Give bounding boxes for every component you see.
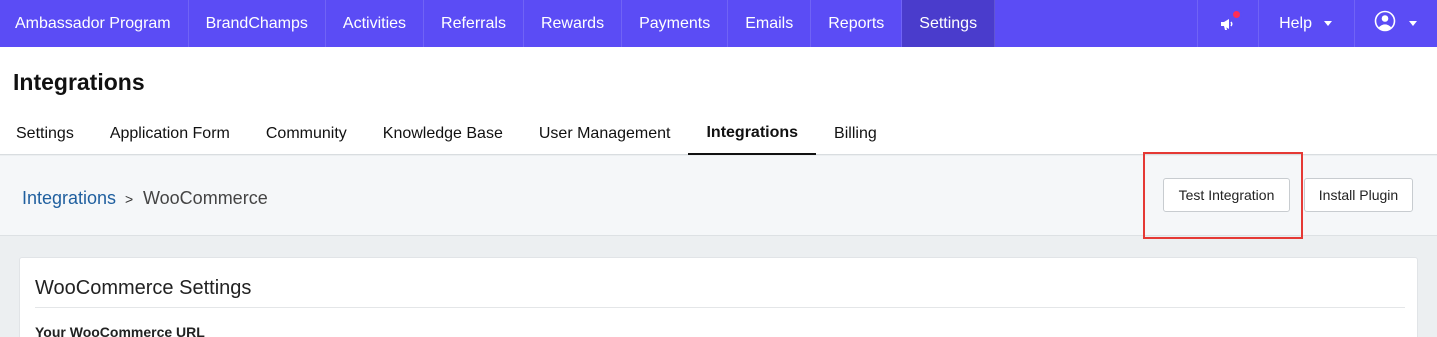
page-title: Integrations [13,69,145,95]
test-integration-button[interactable]: Test Integration [1163,178,1290,212]
tab-integrations[interactable]: Integrations [688,113,817,155]
card-title: WooCommerce Settings [35,277,252,299]
nav-item-ambassador-program[interactable]: Ambassador Program [0,0,189,47]
breadcrumb-separator: > [125,191,134,207]
page-header: Integrations Settings Application Form C… [0,47,1437,155]
megaphone-icon [1218,8,1243,34]
nav-item-emails[interactable]: Emails [728,0,812,47]
breadcrumb: Integrations > WooCommerce Test Integrat… [0,156,1437,236]
nav-item-reports[interactable]: Reports [811,0,903,47]
nav-item-brandchamps[interactable]: BrandChamps [189,0,326,47]
help-menu[interactable]: Help [1258,0,1354,47]
breadcrumb-integrations-link[interactable]: Integrations [22,188,116,209]
settings-tabs: Settings Application Form Community Know… [0,113,895,155]
install-plugin-button[interactable]: Install Plugin [1304,178,1413,212]
chevron-down-icon [1409,21,1417,26]
tab-knowledge-base[interactable]: Knowledge Base [365,113,521,155]
notifications-button[interactable] [1197,0,1258,47]
notification-badge [1231,8,1243,20]
breadcrumb-current: WooCommerce [143,188,268,208]
nav-item-referrals[interactable]: Referrals [424,0,524,47]
tab-settings[interactable]: Settings [0,113,92,155]
woocommerce-url-label: Your WooCommerce URL [35,324,205,337]
chevron-down-icon [1324,21,1332,26]
woocommerce-settings-card: WooCommerce Settings Your WooCommerce UR… [19,257,1418,337]
user-menu[interactable] [1354,0,1437,47]
top-navigation-bar: Ambassador Program BrandChamps Activitie… [0,0,1437,47]
nav-item-activities[interactable]: Activities [326,0,425,47]
nav-item-payments[interactable]: Payments [622,0,729,47]
nav-item-settings[interactable]: Settings [902,0,996,47]
help-label: Help [1279,14,1312,32]
tab-application-form[interactable]: Application Form [92,113,248,155]
tab-community[interactable]: Community [248,113,365,155]
card-divider [35,307,1405,308]
nav-item-rewards[interactable]: Rewards [524,0,623,47]
tab-billing[interactable]: Billing [816,113,895,155]
tab-user-management[interactable]: User Management [521,113,689,155]
user-circle-icon [1374,10,1396,37]
